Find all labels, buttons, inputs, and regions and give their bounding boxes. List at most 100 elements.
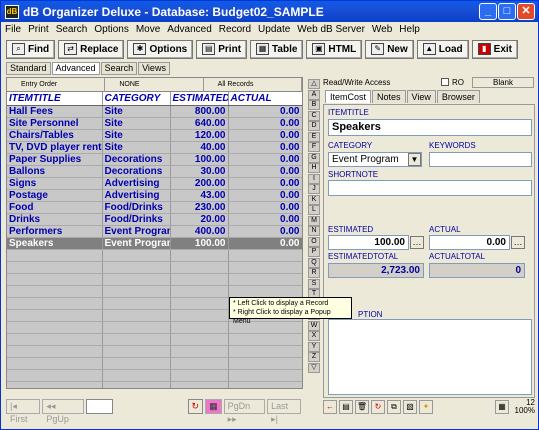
- cell-category[interactable]: Food/Drinks: [102, 201, 171, 214]
- table-button[interactable]: ▦ Table: [250, 39, 304, 59]
- table-row[interactable]: Food Food/Drinks 230.00 0.00: [7, 201, 302, 214]
- tab-standard[interactable]: Standard: [6, 62, 51, 75]
- ro-checkbox[interactable]: [441, 78, 449, 86]
- cell-category[interactable]: Advertising: [102, 189, 171, 202]
- alpha-p[interactable]: P: [308, 247, 320, 257]
- alpha-k[interactable]: K: [308, 194, 320, 205]
- cell-estimated[interactable]: 20.00: [170, 213, 229, 226]
- cell-actual[interactable]: 0.00: [228, 129, 302, 142]
- menu-options[interactable]: Options: [94, 24, 128, 35]
- cell-estimated[interactable]: 100.00: [170, 153, 229, 166]
- cell-actual[interactable]: 0.00: [228, 177, 302, 190]
- close-button[interactable]: ✕: [517, 3, 535, 20]
- cell-itemtitle[interactable]: Ballons: [7, 165, 103, 178]
- tab-view[interactable]: View: [406, 90, 436, 103]
- estimated-ellipsis-button[interactable]: …: [410, 236, 424, 249]
- cell-estimated[interactable]: 640.00: [170, 117, 229, 130]
- cell-category[interactable]: Site: [102, 105, 171, 118]
- blank-button[interactable]: Blank: [472, 76, 534, 88]
- copy-record-icon[interactable]: ⧉: [387, 400, 401, 414]
- alpha-n[interactable]: N: [308, 226, 320, 236]
- menu-print[interactable]: Print: [28, 24, 49, 35]
- cell-category[interactable]: Advertising: [102, 177, 171, 190]
- cell-actual[interactable]: 0.00: [228, 165, 302, 178]
- exit-button[interactable]: ▮ Exit: [471, 39, 518, 59]
- description-field[interactable]: [328, 319, 532, 395]
- chevron-down-icon[interactable]: ▼: [408, 153, 421, 166]
- menu-help[interactable]: Help: [399, 24, 420, 35]
- back-arrow-icon[interactable]: ←: [323, 400, 337, 414]
- paste-record-icon[interactable]: ▧: [403, 400, 417, 414]
- sort-order-selector[interactable]: Entry Order: [7, 78, 106, 92]
- alpha-m[interactable]: M: [308, 215, 320, 226]
- table-row[interactable]: Site Personnel Site 640.00 0.00: [7, 117, 302, 130]
- table-row-selected[interactable]: Speakers Event Program 100.00 0.00: [7, 237, 302, 250]
- cell-category[interactable]: Event Program: [102, 237, 171, 250]
- pgdn-button[interactable]: PgDn ▸▸: [223, 398, 266, 424]
- cell-estimated[interactable]: 30.00: [170, 165, 229, 178]
- cell-actual[interactable]: 0.00: [228, 141, 302, 154]
- cell-actual[interactable]: 0.00: [228, 153, 302, 166]
- table-row[interactable]: Signs Advertising 200.00 0.00: [7, 177, 302, 190]
- cell-estimated[interactable]: 800.00: [170, 105, 229, 118]
- table-row[interactable]: Chairs/Tables Site 120.00 0.00: [7, 129, 302, 142]
- cell-estimated[interactable]: 200.00: [170, 177, 229, 190]
- cell-itemtitle[interactable]: Postage: [7, 189, 103, 202]
- cell-actual[interactable]: 0.00: [228, 105, 302, 118]
- cell-itemtitle[interactable]: Speakers: [7, 237, 103, 250]
- column-header-category[interactable]: CATEGORY: [102, 92, 171, 106]
- menu-web-db-server[interactable]: Web dB Server: [297, 24, 365, 35]
- filter-selector[interactable]: NONE: [105, 78, 204, 92]
- alpha-a[interactable]: A: [308, 89, 320, 100]
- pgup-button[interactable]: ◂◂ PgUp: [42, 398, 84, 424]
- menu-web[interactable]: Web: [372, 24, 392, 35]
- load-button[interactable]: ▲ Load: [416, 39, 469, 59]
- cell-estimated[interactable]: 400.00: [170, 225, 229, 238]
- alpha-g[interactable]: G: [308, 152, 320, 163]
- keywords-field[interactable]: [429, 152, 532, 167]
- empty-row[interactable]: [7, 381, 302, 388]
- html-button[interactable]: ▣ HTML: [306, 39, 363, 59]
- alpha-l[interactable]: L: [308, 205, 320, 215]
- alpha-i[interactable]: I: [308, 173, 320, 184]
- scroll-up-icon[interactable]: △: [308, 79, 320, 89]
- table-row[interactable]: Hall Fees Site 800.00 0.00: [7, 105, 302, 118]
- cell-category[interactable]: Decorations: [102, 153, 171, 166]
- replace-button[interactable]: ⇄ Replace: [58, 39, 125, 59]
- alpha-s[interactable]: S: [308, 278, 320, 289]
- table-row[interactable]: Ballons Decorations 30.00 0.00: [7, 165, 302, 178]
- tab-notes[interactable]: Notes: [372, 90, 406, 103]
- alpha-e[interactable]: E: [308, 131, 320, 142]
- alpha-r[interactable]: R: [308, 268, 320, 278]
- table-row[interactable]: Paper Supplies Decorations 100.00 0.00: [7, 153, 302, 166]
- itemtitle-field[interactable]: Speakers: [328, 119, 532, 136]
- cell-itemtitle[interactable]: Hall Fees: [7, 105, 103, 118]
- tab-views[interactable]: Views: [138, 62, 170, 75]
- print-button[interactable]: ▤ Print: [196, 39, 248, 59]
- menu-record[interactable]: Record: [219, 24, 251, 35]
- report-icon[interactable]: ▦: [495, 400, 509, 414]
- table-row[interactable]: Drinks Food/Drinks 20.00 0.00: [7, 213, 302, 226]
- table-row[interactable]: Postage Advertising 43.00 0.00: [7, 189, 302, 202]
- empty-row[interactable]: [7, 249, 302, 262]
- menu-file[interactable]: File: [5, 24, 21, 35]
- shortnote-field[interactable]: [328, 180, 532, 196]
- minimize-button[interactable]: _: [479, 3, 497, 20]
- tab-search[interactable]: Search: [100, 62, 138, 75]
- cell-category[interactable]: Site: [102, 129, 171, 142]
- alpha-j[interactable]: J: [308, 184, 320, 194]
- cell-itemtitle[interactable]: TV, DVD player rental: [7, 141, 103, 154]
- cell-estimated[interactable]: 40.00: [170, 141, 229, 154]
- tab-advanced[interactable]: Advanced: [51, 62, 100, 75]
- cell-actual[interactable]: 0.00: [228, 237, 302, 250]
- last-button[interactable]: Last ▸|: [267, 398, 302, 424]
- print-record-icon[interactable]: ▤: [339, 400, 353, 414]
- cell-actual[interactable]: 0.00: [228, 201, 302, 214]
- cell-actual[interactable]: 0.00: [228, 225, 302, 238]
- menu-update[interactable]: Update: [258, 24, 290, 35]
- cell-itemtitle[interactable]: Signs: [7, 177, 103, 190]
- cell-itemtitle[interactable]: Food: [7, 201, 103, 214]
- table-row[interactable]: Performers Event Program 400.00 0.00: [7, 225, 302, 238]
- empty-row[interactable]: [7, 333, 302, 346]
- cell-category[interactable]: Food/Drinks: [102, 213, 171, 226]
